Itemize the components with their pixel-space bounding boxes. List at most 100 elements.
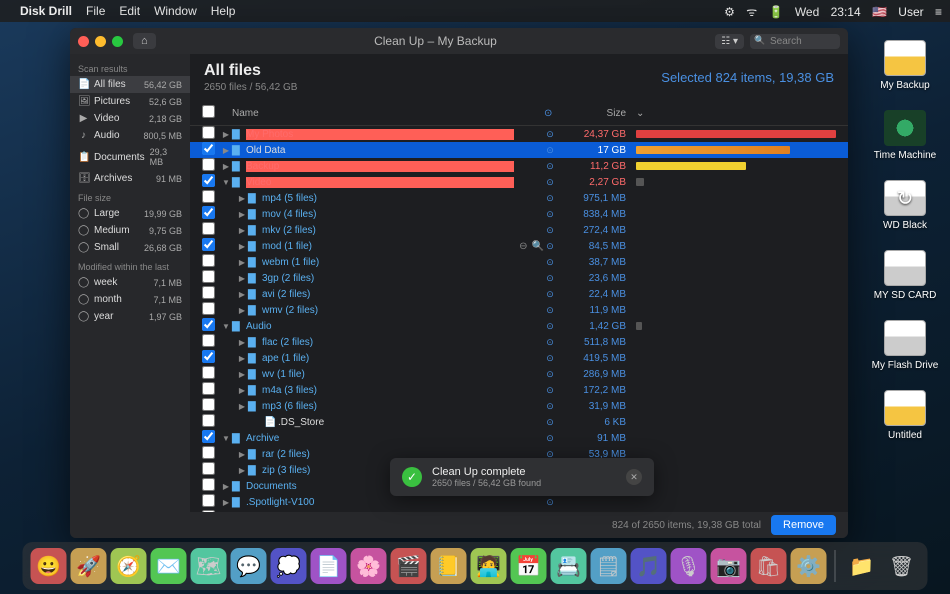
row-checkbox[interactable] xyxy=(202,158,215,171)
disclosure-icon[interactable]: ▼ xyxy=(220,178,232,187)
dock-app-icon[interactable]: 📒 xyxy=(431,548,467,584)
row-checkbox[interactable] xyxy=(202,206,215,219)
disclosure-icon[interactable]: ▶ xyxy=(236,194,248,203)
file-row[interactable]: 📄.DS_Store⊙6 KB xyxy=(190,414,848,430)
sidebar-item[interactable]: 📄All files56,42 GB xyxy=(70,76,190,93)
home-button[interactable]: ⌂ xyxy=(133,33,156,49)
dock-app-icon[interactable]: 📷 xyxy=(711,548,747,584)
file-row[interactable]: ▶▇mp4 (5 files)⊙975,1 MB xyxy=(190,190,848,206)
file-row[interactable]: ▶▇wv (1 file)⊙286,9 MB xyxy=(190,366,848,382)
row-checkbox[interactable] xyxy=(202,222,215,235)
disclosure-icon[interactable]: ▶ xyxy=(236,210,248,219)
disclosure-icon[interactable]: ▶ xyxy=(236,226,248,235)
dock-app-icon[interactable]: ⚙️ xyxy=(791,548,827,584)
dock-app-icon[interactable]: 🎬 xyxy=(391,548,427,584)
row-checkbox[interactable] xyxy=(202,318,215,331)
sidebar-item[interactable]: ◯Small26,68 GB xyxy=(70,239,190,256)
sidebar-item[interactable]: 🖼Pictures52,6 GB xyxy=(70,93,190,110)
clock-time[interactable]: 23:14 xyxy=(831,5,861,19)
zoom-button[interactable] xyxy=(112,36,123,47)
disclosure-icon[interactable]: ▶ xyxy=(236,402,248,411)
dock-app-icon[interactable]: 📁 xyxy=(844,548,880,584)
close-button[interactable] xyxy=(78,36,89,47)
row-checkbox[interactable] xyxy=(202,174,215,187)
file-row[interactable]: ▶▇3gp (2 files)⊙23,6 MB xyxy=(190,270,848,286)
disclosure-icon[interactable]: ▶ xyxy=(236,306,248,315)
dock-app-icon[interactable]: 🚀 xyxy=(71,548,107,584)
sidebar-item[interactable]: 📋Documents29,3 MB xyxy=(70,144,190,170)
row-checkbox[interactable] xyxy=(202,126,215,139)
dock-app-icon[interactable]: 🗺 xyxy=(191,548,227,584)
flag-icon[interactable]: 🇺🇸 xyxy=(872,5,887,19)
minimize-button[interactable] xyxy=(95,36,106,47)
sidebar-item[interactable]: 🗄Archives91 MB xyxy=(70,170,190,187)
col-name[interactable]: Name xyxy=(232,108,544,119)
row-checkbox[interactable] xyxy=(202,494,215,507)
disclosure-icon[interactable]: ▶ xyxy=(236,338,248,347)
dock-app-icon[interactable]: 📄 xyxy=(311,548,347,584)
row-checkbox[interactable] xyxy=(202,142,215,155)
file-row[interactable]: ▼▇Video⊙2,27 GB xyxy=(190,174,848,190)
file-row[interactable]: ▶▇mkv (2 files)⊙272,4 MB xyxy=(190,222,848,238)
sidebar-item[interactable]: ◯year1,97 GB xyxy=(70,308,190,325)
sidebar-item[interactable]: ◯Large19,99 GB xyxy=(70,205,190,222)
file-row[interactable]: ▶▇webm (1 file)⊙38,7 MB xyxy=(190,254,848,270)
dock-app-icon[interactable]: 🗒 xyxy=(591,548,627,584)
dock-app-icon[interactable]: 📇 xyxy=(551,548,587,584)
row-checkbox[interactable] xyxy=(202,414,215,427)
dock-app-icon[interactable]: 💬 xyxy=(231,548,267,584)
file-row[interactable]: ▼▇Archive⊙91 MB xyxy=(190,430,848,446)
sidebar-item[interactable]: ▶Video2,18 GB xyxy=(70,110,190,127)
desktop-drive-icon[interactable]: My Backup xyxy=(870,40,940,91)
row-checkbox[interactable] xyxy=(202,366,215,379)
disclosure-icon[interactable]: ▶ xyxy=(236,258,248,267)
dock-app-icon[interactable]: 😀 xyxy=(31,548,67,584)
disclosure-icon[interactable]: ▶ xyxy=(236,274,248,283)
menu-window[interactable]: Window xyxy=(154,4,197,18)
file-row[interactable]: ▶▇mov (4 files)⊙838,4 MB xyxy=(190,206,848,222)
settings-icon[interactable]: ⚙ xyxy=(724,5,735,19)
disclosure-icon[interactable]: ▶ xyxy=(236,370,248,379)
disclosure-icon[interactable]: ▼ xyxy=(220,434,232,443)
row-checkbox[interactable] xyxy=(202,446,215,459)
disclosure-icon[interactable]: ▶ xyxy=(236,450,248,459)
disclosure-icon[interactable]: ▶ xyxy=(220,146,232,155)
disclosure-icon[interactable]: ▶ xyxy=(220,498,232,507)
desktop-drive-icon[interactable]: My Flash Drive xyxy=(870,320,940,371)
file-row[interactable]: ▶▇Old Data⊙17 GB xyxy=(190,142,848,158)
file-row[interactable]: ▶▇mod (1 file)⊖🔍⊙84,5 MB xyxy=(190,238,848,254)
disclosure-icon[interactable]: ▶ xyxy=(236,242,248,251)
search-input[interactable]: Search xyxy=(750,34,840,49)
file-row[interactable]: ▶▇ape (1 file)⊙419,5 MB xyxy=(190,350,848,366)
desktop-drive-icon[interactable]: Untitled xyxy=(870,390,940,441)
row-checkbox[interactable] xyxy=(202,334,215,347)
disclosure-icon[interactable]: ▶ xyxy=(236,354,248,363)
remove-button[interactable]: Remove xyxy=(771,515,836,535)
sidebar-item[interactable]: ◯Medium9,75 GB xyxy=(70,222,190,239)
file-row[interactable]: ▶▇Backup⊙11,2 GB xyxy=(190,158,848,174)
menu-icon[interactable]: ≡ xyxy=(935,5,942,19)
dock-app-icon[interactable]: 🎙 xyxy=(671,548,707,584)
file-row[interactable]: ▶▇avi (2 files)⊙22,4 MB xyxy=(190,286,848,302)
view-options-button[interactable]: ☷ ▾ xyxy=(715,34,744,49)
disclosure-icon[interactable]: ▼ xyxy=(220,322,232,331)
row-checkbox[interactable] xyxy=(202,302,215,315)
desktop-drive-icon[interactable]: Time Machine xyxy=(870,110,940,161)
disclosure-icon[interactable]: ▶ xyxy=(236,466,248,475)
disclosure-icon[interactable]: ▶ xyxy=(236,386,248,395)
dock-app-icon[interactable]: 🗑 xyxy=(884,548,920,584)
menubar-app-name[interactable]: Disk Drill xyxy=(20,4,72,18)
dock-app-icon[interactable]: 🌸 xyxy=(351,548,387,584)
dock-app-icon[interactable]: 🛍 xyxy=(751,548,787,584)
disclosure-icon[interactable]: ▶ xyxy=(220,130,232,139)
sidebar-item[interactable]: ◯week7,1 MB xyxy=(70,274,190,291)
row-checkbox[interactable] xyxy=(202,382,215,395)
row-checkbox[interactable] xyxy=(202,430,215,443)
row-checkbox[interactable] xyxy=(202,190,215,203)
dock-app-icon[interactable]: 🧭 xyxy=(111,548,147,584)
disclosure-icon[interactable]: ▶ xyxy=(220,162,232,171)
wifi-icon[interactable]: ᯤ xyxy=(746,5,757,19)
desktop-drive-icon[interactable]: MY SD CARD xyxy=(870,250,940,301)
row-checkbox[interactable] xyxy=(202,270,215,283)
sidebar-item[interactable]: ◯month7,1 MB xyxy=(70,291,190,308)
